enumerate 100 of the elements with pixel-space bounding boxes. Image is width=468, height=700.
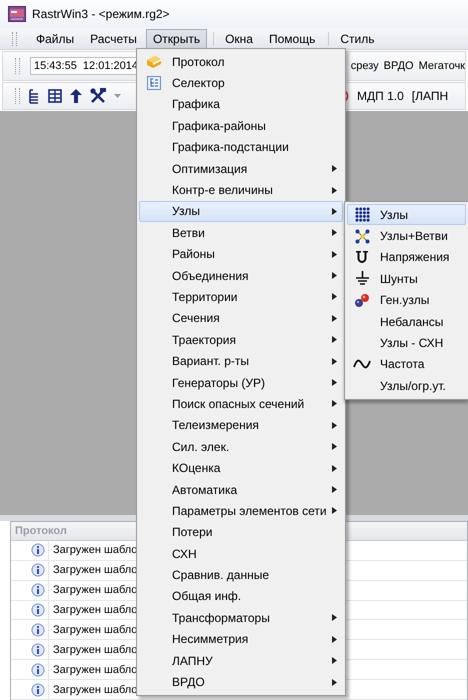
menu-item[interactable]: ЛАПНУ bbox=[139, 650, 343, 672]
menu-item[interactable]: ВРДО bbox=[139, 671, 343, 693]
submenu-arrow-icon bbox=[332, 314, 336, 322]
menu-item[interactable]: Объединения bbox=[139, 264, 343, 286]
toolbar-button[interactable]: ВРДО bbox=[384, 60, 414, 72]
menu-item[interactable]: Трансформаторы bbox=[139, 607, 343, 629]
window-title: RastrWin3 - <режим.rg2> bbox=[32, 7, 170, 21]
menu-item[interactable]: Ветви bbox=[139, 222, 343, 244]
menu-item[interactable]: Общая инф. bbox=[139, 586, 343, 608]
submenu-arrow-icon bbox=[332, 614, 336, 622]
menu-item[interactable]: Автоматика bbox=[139, 478, 343, 500]
menu-item[interactable]: Ген.узлы bbox=[347, 290, 466, 311]
menu-item[interactable]: Поиск опасных сечений bbox=[139, 393, 343, 415]
submenu-arrow-icon bbox=[332, 379, 336, 386]
submenu-arrow-icon bbox=[332, 186, 336, 194]
mdp-label: МДП 1.0 bbox=[357, 89, 404, 103]
submenu-arrow-icon bbox=[332, 507, 337, 514]
submenu-arrow-icon bbox=[332, 657, 336, 664]
menu-item[interactable]: Сравнив. данные bbox=[139, 564, 343, 586]
menu-item[interactable]: Оптимизация bbox=[139, 158, 343, 180]
menu-item[interactable]: Файлы bbox=[29, 28, 82, 48]
submenu-arrow-icon bbox=[332, 165, 336, 172]
menu-item[interactable]: Сечения bbox=[139, 308, 343, 330]
menu-item[interactable]: Окна bbox=[218, 28, 260, 48]
menu-item[interactable]: Сил. элек. bbox=[139, 436, 343, 458]
menu-item[interactable]: Узлы bbox=[139, 200, 343, 222]
info-icon bbox=[31, 543, 45, 558]
tree-list-icon bbox=[147, 76, 161, 90]
menu-item[interactable]: Протокол bbox=[139, 51, 343, 72]
menu-item[interactable]: СХН bbox=[139, 542, 343, 564]
menu-item[interactable]: Телеизмерения bbox=[139, 414, 343, 436]
log-message: Загружен шабло bbox=[52, 624, 138, 636]
menu-item[interactable]: Шунты bbox=[347, 268, 466, 290]
nodes-cross-icon bbox=[354, 228, 370, 244]
u-shape-icon bbox=[355, 250, 369, 264]
log-message: Загружен шабло bbox=[52, 584, 138, 596]
submenu-arrow-icon bbox=[332, 486, 336, 493]
menu-item[interactable]: Помощь bbox=[262, 28, 322, 48]
submenu-arrow-icon bbox=[332, 358, 336, 365]
dropdown-caret-icon bbox=[114, 94, 121, 98]
table-icon bbox=[48, 89, 62, 103]
menu-item[interactable]: Частота bbox=[347, 354, 466, 376]
menu-item[interactable]: Узлы bbox=[347, 204, 466, 226]
log-message: Загружен шабло bbox=[52, 684, 138, 696]
info-icon bbox=[31, 583, 45, 598]
log-message: Загружен шабло bbox=[52, 564, 138, 576]
app-icon bbox=[8, 6, 26, 22]
menu-item[interactable]: Траектория bbox=[139, 329, 343, 350]
menu-item[interactable]: Открыть bbox=[146, 28, 208, 48]
menu-item[interactable]: Напряжения bbox=[347, 246, 466, 268]
menu-item[interactable]: Узлы/огр.ут. bbox=[347, 375, 466, 397]
menu-item[interactable]: Стиль bbox=[333, 28, 382, 48]
menu-item[interactable]: Вариант. р-ты bbox=[139, 350, 343, 372]
info-icon bbox=[31, 603, 45, 617]
dot-grid-icon bbox=[354, 207, 370, 222]
mode-label: [ЛАПН bbox=[412, 89, 448, 103]
up-arrow-icon bbox=[70, 89, 82, 103]
menu-item[interactable]: Параметры элементов сети bbox=[139, 500, 343, 522]
info-icon bbox=[31, 642, 45, 657]
submenu-arrow-icon bbox=[332, 272, 336, 280]
menu-item[interactable]: Небалансы bbox=[347, 310, 466, 332]
toolbar-button[interactable]: срезу bbox=[350, 60, 379, 72]
submenu-arrow-icon bbox=[332, 229, 336, 236]
sine-wave-icon bbox=[353, 358, 371, 370]
menu-item[interactable]: Контр-е величины bbox=[139, 179, 343, 201]
menu-item[interactable]: Графика-подстанции bbox=[139, 136, 343, 158]
log-message: Загружен шабло bbox=[52, 664, 138, 676]
menu-item[interactable]: Районы bbox=[139, 244, 343, 265]
submenu-arrow-icon bbox=[332, 293, 336, 300]
log-message: Загружен шабло bbox=[52, 644, 138, 656]
submenu-arrow-icon bbox=[332, 208, 336, 215]
menu-item[interactable]: Селектор bbox=[139, 72, 343, 94]
balls-icon bbox=[354, 292, 370, 308]
ground-icon bbox=[354, 271, 370, 286]
tools-icon bbox=[90, 88, 106, 104]
log-message: Загружен шабло bbox=[52, 544, 138, 556]
menu-item[interactable]: Территории bbox=[139, 286, 343, 308]
menu-item[interactable]: Генераторы (УР) bbox=[139, 372, 343, 394]
menu-item[interactable]: Расчеты bbox=[83, 28, 144, 48]
submenu-arrow-icon bbox=[332, 400, 336, 408]
submenu-arrow-icon bbox=[332, 678, 336, 686]
menu-item[interactable]: Потери bbox=[139, 522, 343, 543]
submenu-arrow-icon bbox=[332, 250, 336, 258]
submenu-arrow-icon bbox=[332, 422, 336, 429]
panel-title: Протокол bbox=[15, 524, 67, 537]
toolbar-button[interactable]: Мегаточк bbox=[418, 60, 465, 72]
menu-item[interactable]: Графика bbox=[139, 94, 343, 116]
info-icon bbox=[31, 682, 45, 697]
info-icon bbox=[31, 563, 45, 578]
menu-item[interactable]: Узлы+Ветви bbox=[347, 225, 466, 247]
menu-item[interactable]: КОценка bbox=[139, 457, 343, 479]
list-icon bbox=[28, 88, 40, 104]
menu-item[interactable]: Графика-районы bbox=[139, 115, 343, 137]
menu-item[interactable]: Узлы - СХН bbox=[347, 332, 466, 354]
submenu-arrow-icon bbox=[332, 464, 336, 472]
book-icon bbox=[146, 54, 162, 69]
info-icon bbox=[31, 662, 45, 677]
menu-item[interactable]: Несимметрия bbox=[139, 628, 343, 650]
info-icon bbox=[31, 622, 45, 637]
submenu-arrow-icon bbox=[332, 636, 336, 643]
